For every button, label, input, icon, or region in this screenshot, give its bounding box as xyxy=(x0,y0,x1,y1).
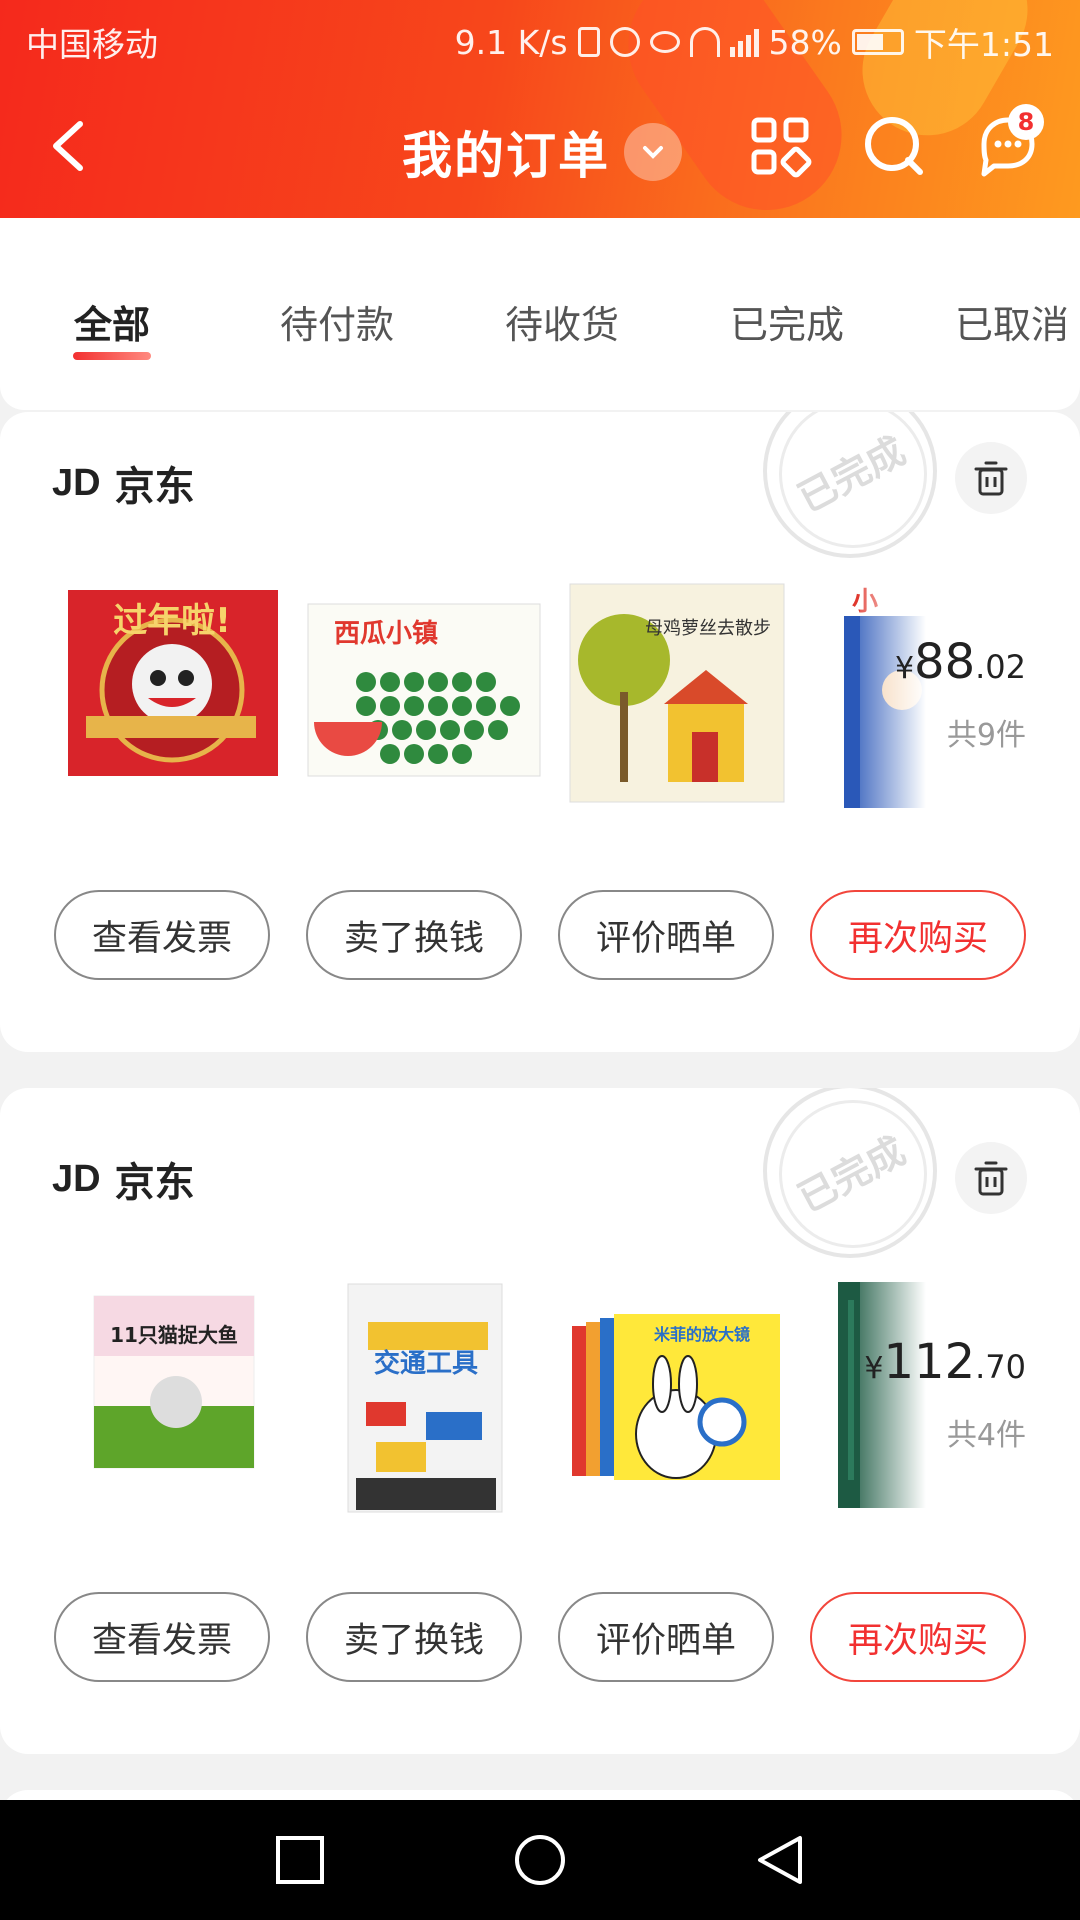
order-tabs: 全部 待付款 待收货 已完成 已取消 xyxy=(0,218,1080,410)
battery-percent: 58% xyxy=(768,22,842,62)
order-total: ¥88.02 xyxy=(894,634,1026,690)
shop-name: 京东 xyxy=(114,1160,195,1206)
svg-text:西瓜小镇: 西瓜小镇 xyxy=(334,619,438,649)
shop-name: 京东 xyxy=(114,464,195,510)
tab-cancelled[interactable]: 已取消 xyxy=(955,294,1069,349)
delete-order-button[interactable] xyxy=(955,1142,1027,1214)
shop-header[interactable]: JD 京东 xyxy=(52,1150,195,1208)
product-image[interactable]: 交通工具 xyxy=(346,1282,504,1514)
product-image[interactable]: 母鸡萝丝去散步 xyxy=(568,582,786,804)
search-icon[interactable] xyxy=(862,114,926,178)
jd-logo: JD xyxy=(52,1157,101,1200)
svg-text:米菲的放大镜: 米菲的放大镜 xyxy=(654,1325,750,1344)
completed-stamp: 已完成 xyxy=(763,412,937,558)
eye-icon xyxy=(649,31,680,53)
jd-logo: JD xyxy=(52,461,101,504)
tab-pending-payment[interactable]: 待付款 xyxy=(280,294,394,349)
back-icon[interactable] xyxy=(752,1832,808,1888)
vibrate-icon xyxy=(577,27,600,57)
view-invoice-button[interactable]: 查看发票 xyxy=(54,890,270,980)
wifi-icon xyxy=(689,27,720,57)
tab-pending-receipt[interactable]: 待收货 xyxy=(505,294,619,349)
sell-for-cash-button[interactable]: 卖了换钱 xyxy=(306,890,522,980)
title-dropdown[interactable]: 我的订单 xyxy=(402,116,682,188)
page-title: 我的订单 xyxy=(402,127,610,185)
trash-icon xyxy=(974,461,1008,496)
home-icon[interactable] xyxy=(512,1832,568,1888)
message-badge: 8 xyxy=(1008,104,1044,140)
active-tab-indicator xyxy=(73,352,151,360)
order-total: ¥112.70 xyxy=(864,1334,1026,1390)
recent-apps-icon[interactable] xyxy=(272,1832,328,1888)
tab-completed[interactable]: 已完成 xyxy=(730,294,844,349)
back-arrow-icon[interactable] xyxy=(42,116,102,176)
review-button[interactable]: 评价晒单 xyxy=(558,1592,774,1682)
nav-bar: 我的订单 8 xyxy=(0,80,1080,210)
signal-icon xyxy=(729,27,759,57)
battery-icon xyxy=(851,29,904,55)
buy-again-button[interactable]: 再次购买 xyxy=(810,1592,1026,1682)
product-image[interactable]: 过年啦! xyxy=(66,588,280,778)
chevron-down-icon xyxy=(624,123,682,181)
sell-for-cash-button[interactable]: 卖了换钱 xyxy=(306,1592,522,1682)
header: 中国移动 9.1 K/s 58% 下午1:51 我的订单 8 xyxy=(0,0,1080,218)
alarm-icon xyxy=(609,27,640,57)
product-image[interactable]: 西瓜小镇 xyxy=(306,602,542,778)
trash-icon xyxy=(974,1161,1008,1196)
item-count: 共4件 xyxy=(946,1418,1026,1453)
clock: 下午1:51 xyxy=(913,25,1054,64)
product-image[interactable]: 11只猫捉大鱼 xyxy=(92,1294,256,1470)
completed-stamp: 已完成 xyxy=(763,1088,937,1258)
buy-again-button[interactable]: 再次购买 xyxy=(810,890,1026,980)
delete-order-button[interactable] xyxy=(955,442,1027,514)
order-card[interactable]: JD 京东 已完成 11只猫捉大鱼 交通工具 米菲的放大镜 ¥112.70 共4… xyxy=(0,1088,1080,1754)
carrier-label: 中国移动 xyxy=(26,25,158,64)
svg-text:交通工具: 交通工具 xyxy=(374,1348,478,1379)
system-nav-bar xyxy=(0,1800,1080,1920)
product-image[interactable]: 米菲的放大镜 xyxy=(572,1310,780,1482)
shop-header[interactable]: JD 京东 xyxy=(52,454,195,512)
item-count: 共9件 xyxy=(946,718,1026,753)
svg-text:11只猫捉大鱼: 11只猫捉大鱼 xyxy=(110,1323,238,1347)
svg-text:母鸡萝丝去散步: 母鸡萝丝去散步 xyxy=(645,618,771,639)
network-speed: 9.1 K/s xyxy=(454,22,568,62)
review-button[interactable]: 评价晒单 xyxy=(558,890,774,980)
order-card[interactable]: JD 京东 已完成 过年啦! 西瓜小镇 母鸡萝丝去散步 ¥88.02 共9件 查… xyxy=(0,412,1080,1052)
grid-apps-icon[interactable] xyxy=(748,114,812,178)
view-invoice-button[interactable]: 查看发票 xyxy=(54,1592,270,1682)
tab-all[interactable]: 全部 xyxy=(74,294,150,349)
svg-text:过年啦!: 过年啦! xyxy=(113,601,231,641)
status-bar: 中国移动 9.1 K/s 58% 下午1:51 xyxy=(0,0,1080,74)
